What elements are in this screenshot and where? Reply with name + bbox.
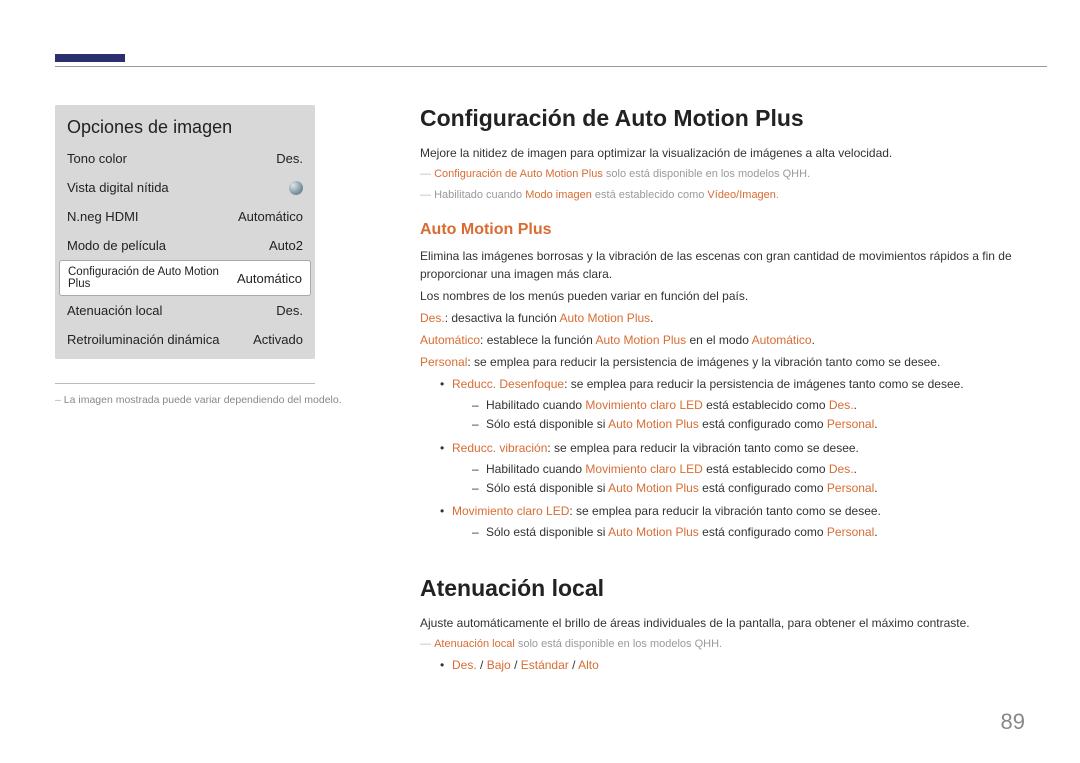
toggle-icon[interactable] xyxy=(289,181,303,195)
menu-item-label: Retroiluminación dinámica xyxy=(67,332,225,347)
left-divider xyxy=(55,383,315,384)
intro-text: Mejore la nitidez de imagen para optimiz… xyxy=(420,144,1025,162)
menu-item-modo-pelicula[interactable]: Modo de película Auto2 xyxy=(55,231,315,260)
section-heading-amp: Configuración de Auto Motion Plus xyxy=(420,105,1025,132)
note-availability: Configuración de Auto Motion Plus solo e… xyxy=(420,166,1025,183)
accent-bar xyxy=(55,54,125,62)
dash-item: Habilitado cuando Movimiento claro LED e… xyxy=(472,396,1025,415)
right-column: Configuración de Auto Motion Plus Mejore… xyxy=(420,105,1025,679)
document-page: Opciones de imagen Tono color Des. Vista… xyxy=(0,0,1080,763)
menu-item-label: Vista digital nítida xyxy=(67,180,175,195)
menu-item-value: Auto2 xyxy=(269,238,303,253)
amp-p2: Los nombres de los menús pueden variar e… xyxy=(420,287,1025,305)
dash-item: Habilitado cuando Movimiento claro LED e… xyxy=(472,460,1025,479)
menu-item-auto-motion-plus[interactable]: Configuración de Auto Motion Plus Automá… xyxy=(59,260,311,296)
dash-item: Sólo está disponible si Auto Motion Plus… xyxy=(472,523,1025,542)
menu-item-label: Tono color xyxy=(67,151,133,166)
option-personal: Personal: se emplea para reducir la pers… xyxy=(420,353,1025,371)
section-heading-atenuacion: Atenuación local xyxy=(420,575,1025,602)
atenuacion-p1: Ajuste automáticamente el brillo de área… xyxy=(420,614,1025,632)
option-list: Des. / Bajo / Estándar / Alto xyxy=(440,656,1025,675)
page-number: 89 xyxy=(1001,709,1025,735)
subopt-reducc-vibracion: Reducc. vibración: se emplea para reduci… xyxy=(440,439,1025,499)
menu-panel: Opciones de imagen Tono color Des. Vista… xyxy=(55,105,315,359)
menu-item-label: Atenuación local xyxy=(67,303,168,318)
option-auto: Automático: establece la función Auto Mo… xyxy=(420,331,1025,349)
subheading-amp: Auto Motion Plus xyxy=(420,221,1025,239)
menu-item-value: Des. xyxy=(276,151,303,166)
subopt-movimiento-claro-led: Movimiento claro LED: se emplea para red… xyxy=(440,502,1025,542)
menu-item-atenuacion-local[interactable]: Atenuación local Des. xyxy=(55,296,315,325)
left-note: La imagen mostrada puede variar dependie… xyxy=(55,394,360,406)
content-columns: Opciones de imagen Tono color Des. Vista… xyxy=(55,0,1025,679)
dash-list: Habilitado cuando Movimiento claro LED e… xyxy=(472,460,1025,498)
menu-item-label: Modo de película xyxy=(67,238,172,253)
menu-item-value: Activado xyxy=(253,332,303,347)
atenuacion-options: Des. / Bajo / Estándar / Alto xyxy=(440,656,1025,675)
dash-list: Sólo está disponible si Auto Motion Plus… xyxy=(472,523,1025,542)
subopt-reducc-desenfoque: Reducc. Desenfoque: se emplea para reduc… xyxy=(440,375,1025,435)
option-des: Des.: desactiva la función Auto Motion P… xyxy=(420,309,1025,327)
menu-item-label: Configuración de Auto Motion Plus xyxy=(68,266,237,290)
personal-suboptions: Reducc. Desenfoque: se emplea para reduc… xyxy=(440,375,1025,543)
menu-title: Opciones de imagen xyxy=(55,105,315,144)
left-column: Opciones de imagen Tono color Des. Vista… xyxy=(55,105,360,679)
dash-item: Sólo está disponible si Auto Motion Plus… xyxy=(472,415,1025,434)
menu-item-value: Automático xyxy=(238,209,303,224)
menu-item-tono-color[interactable]: Tono color Des. xyxy=(55,144,315,173)
dash-list: Habilitado cuando Movimiento claro LED e… xyxy=(472,396,1025,434)
note-atenuacion: Atenuación local solo está disponible en… xyxy=(420,636,1025,653)
top-rule xyxy=(55,66,1047,67)
menu-item-value: Des. xyxy=(276,303,303,318)
menu-item-nneg-hdmi[interactable]: N.neg HDMI Automático xyxy=(55,202,315,231)
menu-item-label: N.neg HDMI xyxy=(67,209,145,224)
amp-p1: Elimina las imágenes borrosas y la vibra… xyxy=(420,247,1025,283)
menu-item-vista-digital[interactable]: Vista digital nítida xyxy=(55,173,315,202)
menu-item-retroiluminacion[interactable]: Retroiluminación dinámica Activado xyxy=(55,325,315,359)
menu-item-value: Automático xyxy=(237,271,302,286)
note-enabled-when: Habilitado cuando Modo imagen está estab… xyxy=(420,187,1025,204)
dash-item: Sólo está disponible si Auto Motion Plus… xyxy=(472,479,1025,498)
